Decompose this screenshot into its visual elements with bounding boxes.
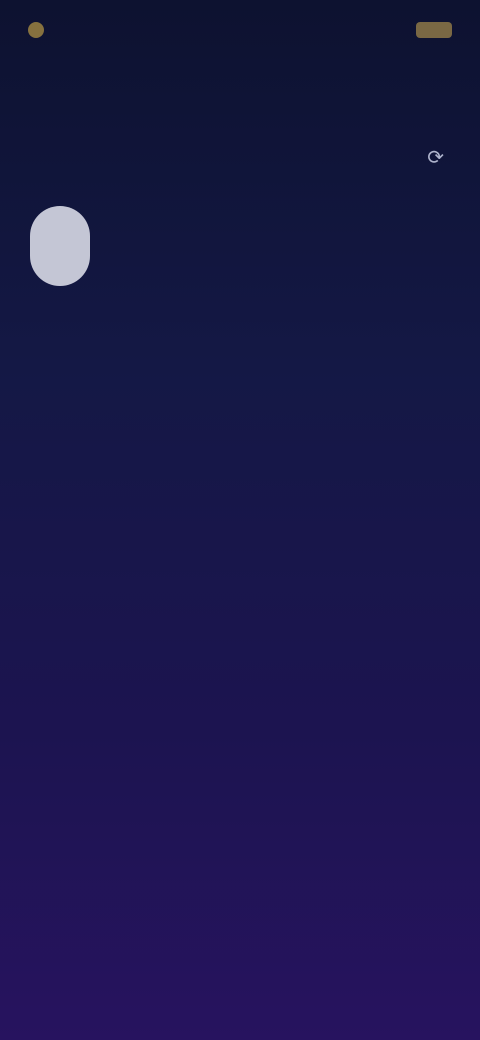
header bbox=[20, 66, 460, 100]
battery-icon bbox=[416, 22, 452, 38]
status-bar bbox=[28, 16, 452, 44]
status-right bbox=[406, 22, 452, 38]
forecast-item[interactable] bbox=[24, 330, 456, 356]
weather-icon bbox=[30, 206, 90, 286]
current-temperature bbox=[140, 207, 144, 285]
forecast-list bbox=[24, 330, 456, 418]
weather-screen: ⟳ bbox=[0, 0, 480, 1040]
location-row: ⟳ bbox=[40, 140, 450, 174]
refresh-icon: ⟳ bbox=[427, 145, 444, 169]
weather-details bbox=[294, 226, 450, 266]
current-weather bbox=[30, 196, 450, 296]
forecast-item[interactable] bbox=[24, 392, 456, 418]
notification-icon bbox=[28, 22, 44, 38]
status-left bbox=[28, 22, 54, 38]
refresh-button[interactable]: ⟳ bbox=[421, 145, 450, 169]
